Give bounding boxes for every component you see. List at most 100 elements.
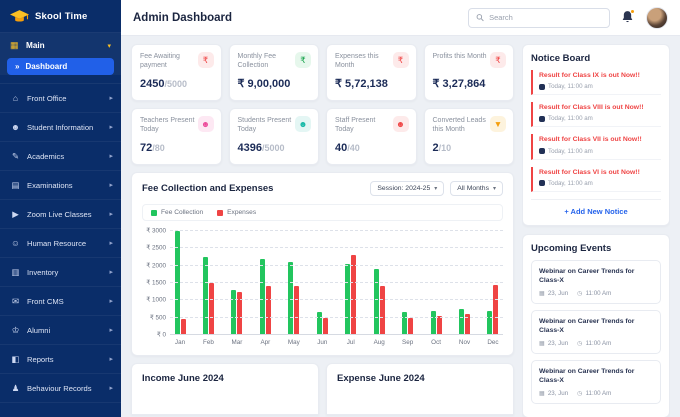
expenses-bar [436, 315, 442, 335]
main-menu-section: ▦ Main ▾ » Dashboard [0, 33, 121, 75]
clock-icon: ◷ [577, 389, 583, 397]
y-tick-label: ₹ 1000 [146, 296, 166, 304]
x-tick-label: Nov [458, 339, 471, 346]
stat-card-teachers-present: Teachers Present Today ☻ 72/80 [131, 108, 222, 165]
expenses-bar [379, 286, 385, 335]
notifications-button[interactable] [621, 9, 635, 25]
stat-value-row: 2450/5000 [140, 74, 187, 92]
chevron-right-icon: ▸ [109, 327, 113, 334]
notice-title: Result for Class VIII is out Now!! [539, 104, 644, 112]
sidebar-item-reports[interactable]: ◧ Reports ▸ [0, 345, 121, 374]
chart-x-axis: Jan Feb Mar Apr May Jun Jul Aug Sep Oct Nov Dec [170, 339, 503, 346]
x-tick-label: Dec [487, 339, 499, 346]
session-select[interactable]: Session: 2024-25 ▾ [370, 181, 445, 196]
chevron-right-icon: ▸ [109, 356, 113, 363]
chevron-down-icon: ▾ [434, 186, 438, 192]
stat-value-row: 72/80 [140, 138, 165, 156]
event-title: Webinar on Career Trends for Class-X [539, 317, 635, 335]
notice-item[interactable]: Result for Class VII is out Now!! Today,… [531, 134, 661, 160]
event-date: ▦ 23, Jun [539, 340, 568, 347]
user-avatar[interactable] [646, 6, 668, 29]
sidebar-item-human-resource[interactable]: ☺ Human Resource ▸ [0, 229, 121, 258]
sidebar-item-alumni[interactable]: ♔ Alumni ▸ [0, 316, 121, 345]
event-time: ◷ 11:00 Am [577, 290, 611, 297]
event-item: Webinar on Career Trends for Class-X ▦ 2… [531, 359, 661, 404]
x-tick-label: May [287, 339, 300, 346]
fee-collection-bar [487, 310, 493, 335]
month-select[interactable]: All Months ▾ [450, 181, 503, 196]
chart-y-axis: ₹ 0 ₹ 500 ₹ 1000 ₹ 1500 ₹ 2000 ₹ 2500 ₹ 3000 [142, 228, 170, 339]
sidebar-item-student-information[interactable]: ☻ Student Information ▸ [0, 113, 121, 142]
notice-timestamp: Today, 11:00 am [548, 179, 593, 187]
x-tick-label: Aug [373, 339, 385, 346]
stat-card-staff-present: Staff Present Today ☻ 40/40 [326, 108, 417, 165]
notice-item[interactable]: Result for Class VIII is out Now!! Today… [531, 102, 661, 128]
stat-value-row: ₹ 3,27,864 [433, 74, 486, 92]
stat-value-row: ₹ 5,72,138 [335, 74, 388, 92]
x-tick-label: Jan [174, 339, 186, 346]
stat-suffix: /80 [152, 143, 165, 153]
gridline [170, 230, 503, 231]
event-time-text: 11:00 Am [585, 389, 612, 397]
fee-collection-bar [231, 289, 237, 335]
sidebar-item-inventory[interactable]: ▥ Inventory ▸ [0, 258, 121, 287]
sidebar-item-label: Reports [27, 354, 54, 364]
notice-board-card: Notice Board Result for Class IX is out … [522, 44, 670, 226]
sidebar-item-behaviour-records[interactable]: ♟ Behaviour Records ▸ [0, 374, 121, 403]
legend-fee-collection: Fee Collection [151, 209, 203, 216]
sidebar-item-label: Behaviour Records [27, 383, 92, 393]
chevron-right-icon: ▸ [109, 240, 113, 247]
student-icon: ☻ [295, 116, 311, 132]
teacher-icon: ☻ [197, 116, 214, 132]
expenses-bar [265, 286, 271, 335]
sidebar-item-label: Front CMS [27, 296, 64, 306]
sidebar-item-academics[interactable]: ✎ Academics ▸ [0, 142, 121, 171]
event-time: ◷ 11:00 Am [577, 340, 611, 347]
notification-badge [630, 9, 635, 14]
sidebar-item-main[interactable]: ▦ Main ▾ [0, 33, 121, 56]
event-time-text: 11:00 Am [585, 289, 612, 297]
expense-card: Expense June 2024 [326, 363, 514, 415]
stat-suffix: /10 [438, 143, 452, 153]
chart-header: Fee Collection and Expenses Session: 202… [142, 181, 503, 196]
sidebar-item-front-cms[interactable]: ✉ Front CMS ▸ [0, 287, 121, 316]
stat-suffix: /5000 [261, 143, 285, 153]
sidebar-item-examinations[interactable]: ▤ Examinations ▸ [0, 171, 121, 200]
event-meta: ▦ 23, Jun ◷ 11:00 Am [539, 390, 653, 397]
notice-item[interactable]: Result for Class VI is out Now!! Today, … [531, 166, 661, 192]
event-title: Webinar on Career Trends for Class-X [539, 367, 635, 385]
event-time-text: 11:00 Am [585, 339, 612, 347]
sidebar-item-dashboard[interactable]: » Dashboard [7, 58, 114, 75]
notice-item[interactable]: Result for Class IX is out Now!! Today, … [531, 70, 661, 96]
chart-legend: Fee Collection Expenses [142, 204, 503, 221]
y-tick-label: ₹ 0 [156, 331, 166, 339]
event-date: ▦ 23, Jun [539, 390, 568, 397]
search-input[interactable] [489, 13, 602, 22]
search-box [468, 7, 610, 28]
upcoming-events-card: Upcoming Events Webinar on Career Trends… [522, 233, 670, 417]
expenses-bar [351, 255, 357, 335]
sidebar-item-zoom-live-classes[interactable]: ▶ Zoom Live Classes ▸ [0, 200, 121, 229]
income-card-title: Income June 2024 [142, 373, 224, 384]
rupee-icon: ₹ [295, 52, 311, 68]
stat-card-students-present: Students Present Today ☻ 4396/5000 [228, 108, 319, 165]
x-tick-label: Mar [231, 339, 243, 346]
center-column: Fee Awaiting payment ₹ 2450/5000 Monthly… [131, 44, 514, 417]
building-icon: ⌂ [12, 93, 19, 103]
y-tick-label: ₹ 2500 [146, 244, 166, 252]
clock-icon [539, 83, 545, 90]
chevron-down-icon: ▾ [492, 186, 496, 192]
chevron-right-icon: ▸ [109, 269, 113, 276]
sidebar-item-label: Dashboard [25, 62, 68, 71]
stat-card-converted-leads: Converted Leads this Month ▼ 2/10 [423, 108, 514, 165]
stat-value: ₹ 5,72,138 [335, 78, 388, 90]
sidebar-item-front-office[interactable]: ⌂ Front Office ▸ [0, 84, 121, 113]
add-new-notice-button[interactable]: + Add New Notice [531, 198, 661, 218]
rupee-icon: ₹ [392, 52, 409, 68]
y-tick-label: ₹ 2000 [146, 262, 166, 270]
notice-time: Today, 11:00 am [539, 83, 661, 90]
funnel-icon: ▼ [490, 116, 506, 132]
stat-card-monthly-fee: Monthly Fee Collection ₹ ₹ 9,00,000 [228, 44, 319, 101]
sidebar-item-label: Zoom Live Classes [27, 209, 92, 219]
chevron-right-icon: ▸ [109, 153, 113, 160]
